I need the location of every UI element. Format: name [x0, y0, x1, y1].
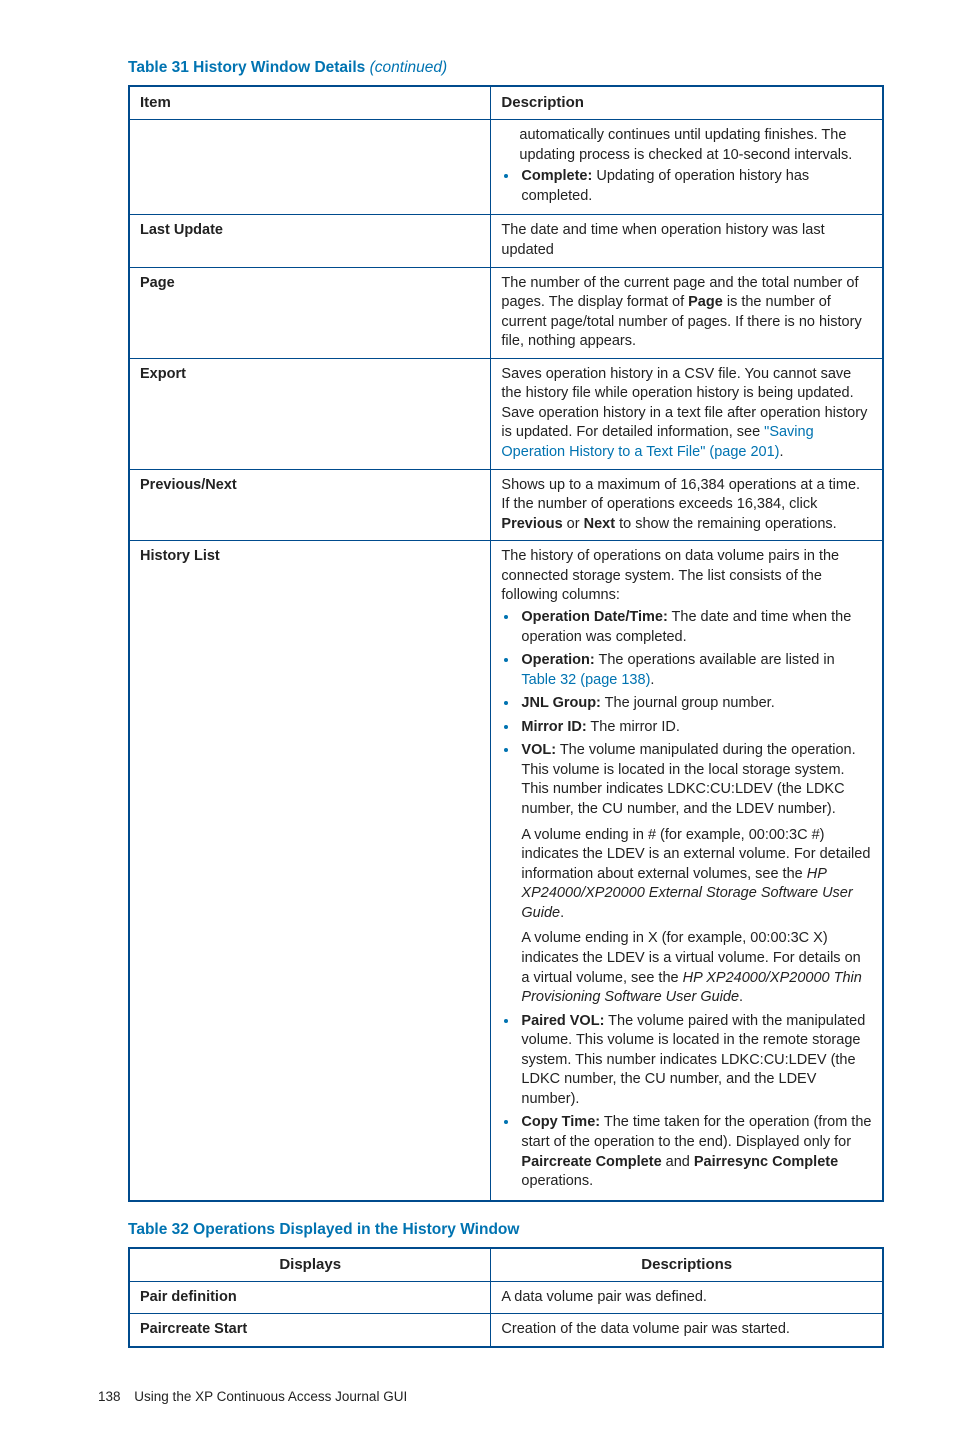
history-intro: The history of operations on data volume… — [501, 547, 872, 606]
list-item: Paired VOL: The volume paired with the m… — [519, 1010, 872, 1112]
row-page-item: Page — [129, 267, 491, 358]
history-jnl-text: The journal group number. — [601, 695, 775, 711]
history-vol-p2c: . — [560, 905, 564, 921]
history-copytime-label: Copy Time: — [521, 1114, 600, 1130]
row-prevnext-d: Next — [584, 516, 615, 532]
history-copytime-c: and — [662, 1154, 694, 1170]
table31-header-description: Description — [491, 86, 883, 120]
table-row: Export Saves operation history in a CSV … — [129, 358, 883, 469]
footer-section: Using the XP Continuous Access Journal G… — [134, 1389, 407, 1404]
table-row: Page The number of the current page and … — [129, 267, 883, 358]
history-opdate-label: Operation Date/Time: — [521, 609, 667, 625]
history-mirror-text: The mirror ID. — [587, 719, 680, 735]
row-prevnext-a: Shows up to a maximum of 16,384 operatio… — [501, 477, 860, 513]
row-page-desc: The number of the current page and the t… — [491, 267, 883, 358]
row-history-desc: The history of operations on data volume… — [491, 541, 883, 1201]
table31-title-continued: (continued) — [370, 59, 448, 76]
history-copytime-e: operations. — [521, 1173, 593, 1189]
table-row: Pair definition A data volume pair was d… — [129, 1281, 883, 1314]
table31: Item Description automatically continues… — [128, 85, 884, 1202]
row-prevnext-item: Previous/Next — [129, 469, 491, 541]
list-item: Operation: The operations available are … — [519, 649, 872, 692]
table32-header-displays: Displays — [129, 1248, 491, 1282]
history-vol-p3c: . — [739, 989, 743, 1005]
history-mirror-label: Mirror ID: — [521, 719, 586, 735]
table32-header-descriptions: Descriptions — [491, 1248, 883, 1282]
table-row: automatically continues until updating f… — [129, 120, 883, 215]
list-item: Copy Time: The time taken for the operat… — [519, 1111, 872, 1193]
list-item: Mirror ID: The mirror ID. — [519, 716, 872, 740]
cont-complete-label: Complete: — [521, 168, 592, 184]
row-export-desc: Saves operation history in a CSV file. Y… — [491, 358, 883, 469]
table31-title: Table 31 History Window Details (continu… — [128, 58, 884, 79]
history-copytime-b: Paircreate Complete — [521, 1154, 661, 1170]
row-prevnext-desc: Shows up to a maximum of 16,384 operatio… — [491, 469, 883, 541]
history-vol-text: The volume manipulated during the operat… — [521, 742, 855, 817]
row-export-item: Export — [129, 358, 491, 469]
history-operation-label: Operation: — [521, 652, 594, 668]
row-last-update-item: Last Update — [129, 215, 491, 267]
history-operation-text: The operations available are listed in — [595, 652, 835, 668]
row-prevnext-c: or — [563, 516, 584, 532]
row-history-item: History List — [129, 541, 491, 1201]
list-item: JNL Group: The journal group number. — [519, 692, 872, 716]
t32-r0-desc: A data volume pair was defined. — [491, 1281, 883, 1314]
table-row: History List The history of operations o… — [129, 541, 883, 1201]
table-row: Last Update The date and time when opera… — [129, 215, 883, 267]
row-page-text-b: Page — [688, 294, 723, 310]
history-vol-p3: A volume ending in X (for example, 00:00… — [521, 929, 872, 1007]
row-prevnext-e: to show the remaining operations. — [615, 516, 837, 532]
table-row: Paircreate Start Creation of the data vo… — [129, 1314, 883, 1347]
history-copytime-d: Pairresync Complete — [694, 1154, 838, 1170]
history-paired-label: Paired VOL: — [521, 1013, 604, 1029]
row-last-update-desc: The date and time when operation history… — [491, 215, 883, 267]
page-number: 138 — [98, 1388, 121, 1406]
list-item: Operation Date/Time: The date and time w… — [519, 606, 872, 649]
history-operation-tail: . — [650, 672, 654, 688]
row-export-tail: . — [780, 444, 784, 460]
page-footer: 138 Using the XP Continuous Access Journ… — [128, 1388, 884, 1406]
list-item: Complete: Updating of operation history … — [519, 165, 872, 208]
table31-title-main: Table 31 History Window Details — [128, 59, 370, 76]
t32-r1-displays: Paircreate Start — [129, 1314, 491, 1347]
history-operation-link[interactable]: Table 32 (page 138) — [521, 672, 650, 688]
table31-header-item: Item — [129, 86, 491, 120]
t32-r1-desc: Creation of the data volume pair was sta… — [491, 1314, 883, 1347]
t32-r0-displays: Pair definition — [129, 1281, 491, 1314]
cont-paragraph: automatically continues until updating f… — [501, 126, 872, 165]
list-item: VOL: The volume manipulated during the o… — [519, 739, 872, 1009]
table-row: Previous/Next Shows up to a maximum of 1… — [129, 469, 883, 541]
history-vol-p2: A volume ending in # (for example, 00:00… — [521, 826, 872, 924]
history-vol-label: VOL: — [521, 742, 556, 758]
table32-title: Table 32 Operations Displayed in the His… — [128, 1220, 884, 1241]
table32: Displays Descriptions Pair definition A … — [128, 1247, 884, 1348]
row-prevnext-b: Previous — [501, 516, 562, 532]
history-jnl-label: JNL Group: — [521, 695, 600, 711]
